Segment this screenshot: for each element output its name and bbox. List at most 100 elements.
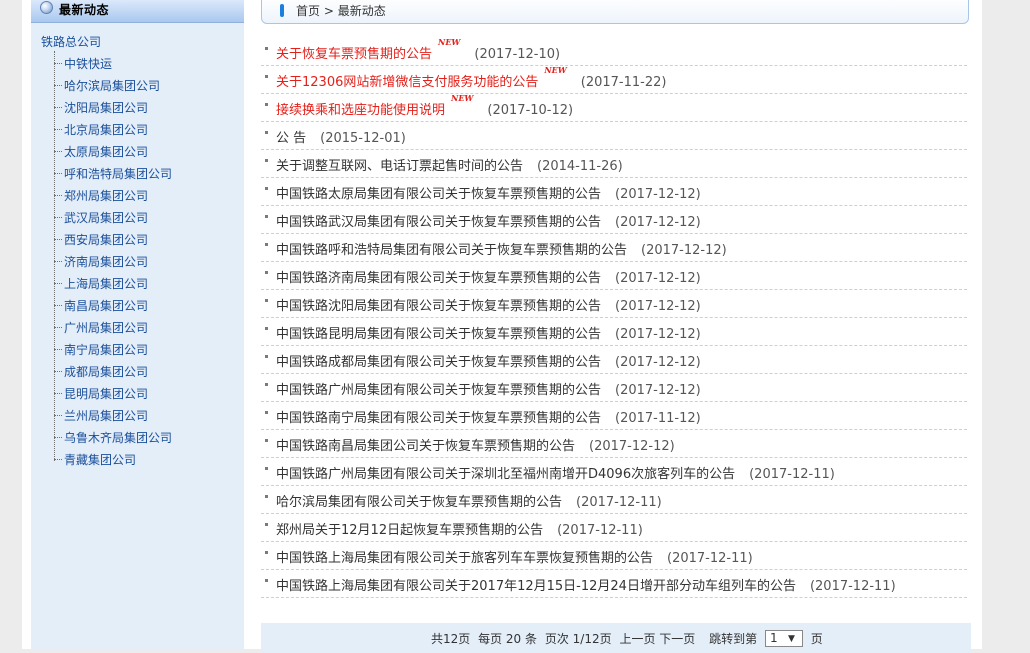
sidebar-tree-item[interactable]: 南宁局集团公司 bbox=[54, 339, 234, 361]
list-item: 中国铁路南昌局集团公司关于恢复车票预售期的公告 (2017-12-12) bbox=[261, 430, 967, 458]
news-title-link[interactable]: 关于调整互联网、电话订票起售时间的公告 bbox=[276, 159, 523, 174]
news-title-link[interactable]: 中国铁路成都局集团有限公司关于恢复车票预售期的公告 bbox=[276, 355, 601, 370]
sidebar-tree-item[interactable]: 青藏集团公司 bbox=[54, 449, 234, 471]
sidebar-tree-label[interactable]: 成都局集团公司 bbox=[64, 363, 148, 380]
news-title-link[interactable]: 中国铁路上海局集团有限公司关于旅客列车车票恢复预售期的公告 bbox=[276, 551, 653, 566]
news-title-link[interactable]: 中国铁路呼和浩特局集团有限公司关于恢复车票预售期的公告 bbox=[276, 243, 627, 258]
news-list: 关于恢复车票预售期的公告 NEW (2017-12-10) 关于12306网站新增微信… bbox=[261, 37, 967, 598]
news-date: (2017-12-12) bbox=[615, 215, 701, 230]
jump-label: 跳转到第 bbox=[709, 632, 758, 646]
page-select-value: 1 bbox=[769, 631, 778, 645]
tree-branch bbox=[54, 85, 62, 86]
sidebar-tree-label[interactable]: 北京局集团公司 bbox=[64, 121, 148, 138]
sidebar-tree-item[interactable]: 兰州局集团公司 bbox=[54, 405, 234, 427]
sidebar-tree-item[interactable]: 广州局集团公司 bbox=[54, 317, 234, 339]
sidebar-tree-item[interactable]: 中铁快运 bbox=[54, 53, 234, 75]
sidebar-tree-item[interactable]: 济南局集团公司 bbox=[54, 251, 234, 273]
sidebar-tree-item[interactable]: 郑州局集团公司 bbox=[54, 185, 234, 207]
news-date: (2017-12-11) bbox=[557, 523, 643, 538]
sidebar-tree-label[interactable]: 青藏集团公司 bbox=[64, 451, 136, 468]
breadcrumb-home-link[interactable]: 首页 bbox=[296, 4, 320, 18]
news-title-link[interactable]: 中国铁路昆明局集团有限公司关于恢复车票预售期的公告 bbox=[276, 327, 601, 342]
sidebar-tree-label[interactable]: 兰州局集团公司 bbox=[64, 407, 148, 424]
sidebar-tree-label[interactable]: 呼和浩特局集团公司 bbox=[64, 165, 172, 182]
bullet-dot bbox=[265, 299, 268, 302]
sidebar-tree-label[interactable]: 南宁局集团公司 bbox=[64, 341, 148, 358]
news-title-link[interactable]: 接续换乘和选座功能使用说明 bbox=[276, 103, 445, 118]
sidebar-tree-item[interactable]: 太原局集团公司 bbox=[54, 141, 234, 163]
bullet-dot bbox=[265, 131, 268, 134]
sidebar-tree-item[interactable]: 哈尔滨局集团公司 bbox=[54, 75, 234, 97]
news-title-link[interactable]: 中国铁路济南局集团有限公司关于恢复车票预售期的公告 bbox=[276, 271, 601, 286]
sidebar-tree-item[interactable]: 呼和浩特局集团公司 bbox=[54, 163, 234, 185]
sidebar-tree-label[interactable]: 太原局集团公司 bbox=[64, 143, 148, 160]
sidebar-tree-label[interactable]: 郑州局集团公司 bbox=[64, 187, 148, 204]
sidebar-tree-label[interactable]: 西安局集团公司 bbox=[64, 231, 148, 248]
tree-branch bbox=[54, 459, 62, 460]
news-title-link[interactable]: 关于12306网站新增微信支付服务功能的公告 bbox=[276, 75, 538, 90]
sidebar-tree-label[interactable]: 济南局集团公司 bbox=[64, 253, 148, 270]
breadcrumb-separator: > bbox=[323, 4, 334, 18]
news-date: (2017-12-12) bbox=[615, 187, 701, 202]
sidebar-tree-label[interactable]: 武汉局集团公司 bbox=[64, 209, 148, 226]
tree-branch bbox=[54, 173, 62, 174]
bullet-dot bbox=[265, 271, 268, 274]
tree-branch bbox=[54, 129, 62, 130]
news-title-link[interactable]: 郑州局关于12月12日起恢复车票预售期的公告 bbox=[276, 523, 543, 538]
sidebar-tree-label[interactable]: 广州局集团公司 bbox=[64, 319, 148, 336]
list-item: 公 告 (2015-12-01) bbox=[261, 122, 967, 150]
tree-branch bbox=[54, 437, 62, 438]
sidebar-tree-label[interactable]: 哈尔滨局集团公司 bbox=[64, 77, 160, 94]
page-select[interactable]: 1 ▼ bbox=[764, 630, 803, 647]
sidebar-tree-item[interactable]: 西安局集团公司 bbox=[54, 229, 234, 251]
sidebar-tree-item[interactable]: 昆明局集团公司 bbox=[54, 383, 234, 405]
sidebar: 最新动态 铁路总公司 中铁快运 哈尔滨局集团公司 沈阳局集团公司 北京局集团公司 太原局… bbox=[31, 0, 244, 649]
sidebar-tree-label[interactable]: 中铁快运 bbox=[64, 55, 112, 72]
news-row: 中国铁路上海局集团有限公司关于2017年12月15日-12月24日增开部分动车组… bbox=[276, 575, 896, 594]
news-title-link[interactable]: 公 告 bbox=[276, 131, 306, 146]
news-date: (2017-12-12) bbox=[615, 355, 701, 370]
list-item: 郑州局关于12月12日起恢复车票预售期的公告 (2017-12-11) bbox=[261, 514, 967, 542]
sidebar-tree-item[interactable]: 成都局集团公司 bbox=[54, 361, 234, 383]
sidebar-tree-label[interactable]: 沈阳局集团公司 bbox=[64, 99, 148, 116]
sidebar-tree-item[interactable]: 南昌局集团公司 bbox=[54, 295, 234, 317]
sidebar-tree-label[interactable]: 乌鲁木齐局集团公司 bbox=[64, 429, 172, 446]
news-title-link[interactable]: 关于恢复车票预售期的公告 bbox=[276, 47, 432, 62]
list-item: 中国铁路成都局集团有限公司关于恢复车票预售期的公告 (2017-12-12) bbox=[261, 346, 967, 374]
bullet-dot bbox=[265, 327, 268, 330]
news-title-link[interactable]: 哈尔滨局集团有限公司关于恢复车票预售期的公告 bbox=[276, 495, 562, 510]
news-row: 公 告 (2015-12-01) bbox=[276, 127, 406, 146]
news-date: (2017-12-11) bbox=[749, 467, 835, 482]
news-row: 中国铁路成都局集团有限公司关于恢复车票预售期的公告 (2017-12-12) bbox=[276, 351, 701, 370]
news-title-link[interactable]: 中国铁路广州局集团有限公司关于深圳北至福州南增开D4096次旅客列车的公告 bbox=[276, 467, 735, 482]
news-title-link[interactable]: 中国铁路武汉局集团有限公司关于恢复车票预售期的公告 bbox=[276, 215, 601, 230]
sidebar-tree-item[interactable]: 沈阳局集团公司 bbox=[54, 97, 234, 119]
sidebar-tree-label[interactable]: 南昌局集团公司 bbox=[64, 297, 148, 314]
sidebar-tree-item[interactable]: 武汉局集团公司 bbox=[54, 207, 234, 229]
sidebar-tree-label[interactable]: 昆明局集团公司 bbox=[64, 385, 148, 402]
news-date: (2017-12-12) bbox=[615, 271, 701, 286]
news-title-link[interactable]: 中国铁路沈阳局集团有限公司关于恢复车票预售期的公告 bbox=[276, 299, 601, 314]
news-date: (2017-11-22) bbox=[580, 75, 667, 90]
pager-total: 共12页 bbox=[431, 632, 471, 646]
breadcrumb: 首页 > 最新动态 bbox=[261, 0, 969, 24]
sidebar-tree-item[interactable]: 乌鲁木齐局集团公司 bbox=[54, 427, 234, 449]
news-title-link[interactable]: 中国铁路上海局集团有限公司关于2017年12月15日-12月24日增开部分动车组… bbox=[276, 579, 796, 594]
next-page-link[interactable]: 下一页 bbox=[659, 632, 695, 646]
page: 最新动态 铁路总公司 中铁快运 哈尔滨局集团公司 沈阳局集团公司 北京局集团公司 太原局… bbox=[22, 0, 982, 653]
bullet-dot bbox=[265, 243, 268, 246]
sidebar-tree-label[interactable]: 上海局集团公司 bbox=[64, 275, 148, 292]
news-title-link[interactable]: 中国铁路南昌局集团公司关于恢复车票预售期的公告 bbox=[276, 439, 575, 454]
news-title-link[interactable]: 中国铁路南宁局集团有限公司关于恢复车票预售期的公告 bbox=[276, 411, 601, 426]
sidebar-tree-item[interactable]: 上海局集团公司 bbox=[54, 273, 234, 295]
tree-root-link[interactable]: 铁路总公司 bbox=[41, 33, 101, 50]
news-title-link[interactable]: 中国铁路太原局集团有限公司关于恢复车票预售期的公告 bbox=[276, 187, 601, 202]
sidebar-tree-item[interactable]: 北京局集团公司 bbox=[54, 119, 234, 141]
news-row: 中国铁路沈阳局集团有限公司关于恢复车票预售期的公告 (2017-12-12) bbox=[276, 295, 701, 314]
news-title-link[interactable]: 中国铁路广州局集团有限公司关于恢复车票预售期的公告 bbox=[276, 383, 601, 398]
news-row: 中国铁路昆明局集团有限公司关于恢复车票预售期的公告 (2017-12-12) bbox=[276, 323, 701, 342]
list-item: 中国铁路济南局集团有限公司关于恢复车票预售期的公告 (2017-12-12) bbox=[261, 262, 967, 290]
prev-page-link[interactable]: 上一页 bbox=[619, 632, 655, 646]
news-row: 中国铁路上海局集团有限公司关于旅客列车车票恢复预售期的公告 (2017-12-11… bbox=[276, 547, 753, 566]
new-badge-icon: NEW bbox=[544, 65, 567, 75]
